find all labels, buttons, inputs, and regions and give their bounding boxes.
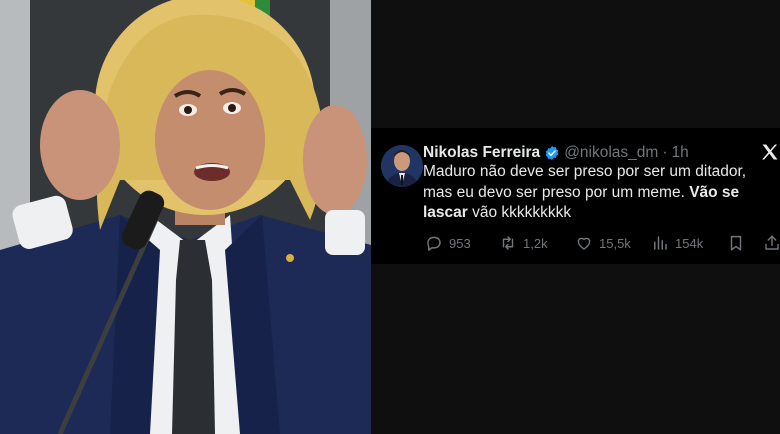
verified-badge-icon xyxy=(545,146,559,160)
avatar-image xyxy=(381,145,423,187)
tweet-card[interactable]: Nikolas Ferreira @nikolas_dm · 1h Maduro… xyxy=(371,128,780,264)
tweet-header: Nikolas Ferreira @nikolas_dm · 1h xyxy=(423,142,780,164)
heart-icon xyxy=(577,237,591,250)
author-handle[interactable]: @nikolas_dm xyxy=(564,144,658,162)
header-separator: · xyxy=(662,144,668,161)
views-button[interactable]: 154k xyxy=(651,234,703,252)
retweet-count: 1,2k xyxy=(523,235,548,251)
views-count: 154k xyxy=(675,235,704,251)
tweet-text-regular: mas eu devo ser preso por um meme. xyxy=(423,183,690,201)
author-name[interactable]: Nikolas Ferreira xyxy=(423,144,540,162)
tweet-text-line-2: mas eu devo ser preso por um meme. Vão s… xyxy=(423,183,779,204)
reply-icon xyxy=(427,236,441,251)
tweet-text-regular: vão kkkkkkkkk xyxy=(467,204,572,221)
tweet-timestamp[interactable]: 1h xyxy=(672,144,689,162)
reply-count: 953 xyxy=(449,235,471,251)
speaker-photo-illustration xyxy=(0,0,371,434)
like-count: 15,5k xyxy=(599,235,631,251)
tweet-text-bold: lascar xyxy=(423,204,468,221)
tweet-text-line-3: lascar vão kkkkkkkkk xyxy=(423,203,779,224)
author-avatar[interactable] xyxy=(381,145,423,187)
speaker-photo xyxy=(0,0,371,434)
bookmark-icon xyxy=(730,235,742,251)
retweet-icon xyxy=(502,236,514,250)
views-icon xyxy=(654,236,667,250)
reply-button[interactable]: 953 xyxy=(425,234,471,252)
share-button[interactable] xyxy=(763,234,780,252)
x-logo-icon xyxy=(762,144,778,160)
tweet-text-bold: Vão se xyxy=(689,183,740,201)
tweet-text-line-1: Maduro não deve ser preso por ser um dit… xyxy=(423,163,747,180)
share-icon xyxy=(765,235,779,250)
retweet-button[interactable]: 1,2k xyxy=(499,234,548,252)
like-button[interactable]: 15,5k xyxy=(575,234,631,252)
tweet-actions: 953 1,2k 15,5k 154k xyxy=(423,234,780,254)
tweet-text: Maduro não deve ser preso por ser um dit… xyxy=(423,162,779,224)
bookmark-button[interactable] xyxy=(727,234,751,252)
